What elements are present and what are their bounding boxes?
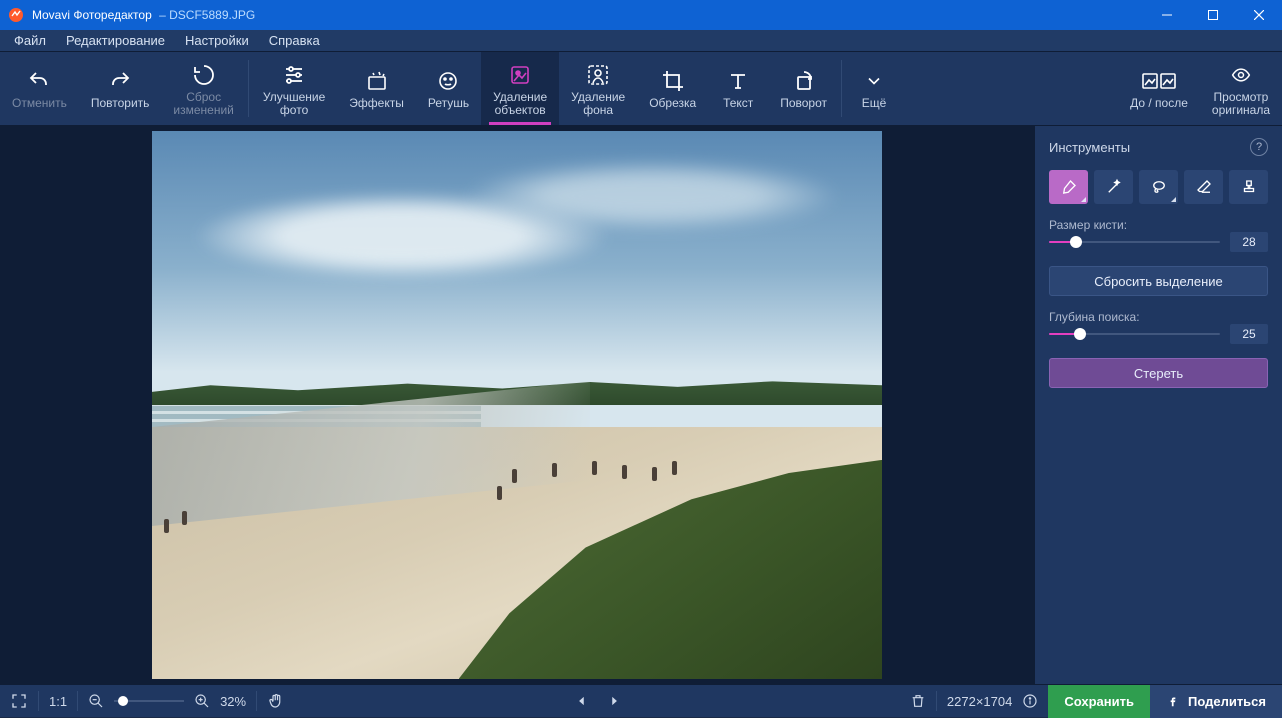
delete-button[interactable] <box>910 693 926 709</box>
more-label: Ещё <box>862 97 887 110</box>
text-icon <box>726 67 750 95</box>
brush-size-label: Размер кисти: <box>1049 218 1268 232</box>
lasso-tool-button[interactable] <box>1139 170 1178 204</box>
rotate-label: Поворот <box>780 97 827 110</box>
undo-button[interactable]: Отменить <box>0 52 79 125</box>
object-removal-icon <box>508 61 532 89</box>
next-image-button[interactable] <box>607 694 621 708</box>
retouch-label: Ретушь <box>428 97 469 110</box>
crop-button[interactable]: Обрезка <box>637 52 708 125</box>
reset-changes-button[interactable]: Сброс изменений <box>161 52 245 125</box>
before-after-button[interactable]: До / после <box>1118 52 1200 125</box>
brush-size-value[interactable]: 28 <box>1230 232 1268 252</box>
image-dimensions: 2272×1704 <box>947 694 1012 709</box>
eraser-tool-button[interactable] <box>1184 170 1223 204</box>
menu-edit[interactable]: Редактирование <box>56 31 175 50</box>
object-removal-label: Удаление объектов <box>493 91 547 117</box>
window-title: Movavi Фоторедактор – DSCF5889.JPG <box>32 8 255 22</box>
status-bar: 1:1 32% 2272×1704 Сохранить Поделиться <box>0 684 1282 717</box>
window-titlebar: Movavi Фоторедактор – DSCF5889.JPG <box>0 0 1282 30</box>
share-button[interactable]: Поделиться <box>1150 685 1282 718</box>
search-depth-value[interactable]: 25 <box>1230 324 1268 344</box>
zoom-out-button[interactable] <box>88 693 104 709</box>
share-label: Поделиться <box>1188 694 1266 709</box>
bg-removal-label: Удаление фона <box>571 91 625 117</box>
options-corner-icon <box>1171 197 1176 202</box>
zoom-value: 32% <box>220 694 246 709</box>
photo-preview <box>152 131 882 679</box>
minimize-button[interactable] <box>1144 0 1190 30</box>
close-button[interactable] <box>1236 0 1282 30</box>
compare-icon <box>1142 67 1176 95</box>
menu-bar: Файл Редактирование Настройки Справка <box>0 30 1282 52</box>
facebook-icon <box>1166 694 1180 708</box>
more-button[interactable]: Ещё <box>844 52 904 125</box>
before-after-label: До / после <box>1130 97 1188 110</box>
app-logo-icon <box>8 7 24 23</box>
main-toolbar: Отменить Повторить Сброс изменений Улучш… <box>0 52 1282 126</box>
rotate-icon <box>792 67 816 95</box>
main-area: Инструменты ? Размер кисти: <box>0 126 1282 684</box>
reset-icon <box>192 61 216 89</box>
fullscreen-button[interactable] <box>10 692 28 710</box>
redo-button[interactable]: Повторить <box>79 52 162 125</box>
canvas-viewport[interactable] <box>0 126 1034 684</box>
brush-size-slider[interactable] <box>1049 234 1220 250</box>
bg-removal-icon <box>586 61 610 89</box>
stamp-tool-button[interactable] <box>1229 170 1268 204</box>
pan-tool-button[interactable] <box>267 692 285 710</box>
zoom-in-button[interactable] <box>194 693 210 709</box>
menu-file[interactable]: Файл <box>4 31 56 50</box>
object-removal-button[interactable]: Удаление объектов <box>481 52 559 125</box>
erase-button[interactable]: Стереть <box>1049 358 1268 388</box>
chevron-down-icon <box>864 67 884 95</box>
effects-button[interactable]: Эффекты <box>337 52 416 125</box>
menu-help[interactable]: Справка <box>259 31 330 50</box>
options-corner-icon <box>1081 197 1086 202</box>
face-icon <box>436 67 460 95</box>
info-button[interactable] <box>1022 693 1038 709</box>
sparkle-icon <box>365 67 389 95</box>
zoom-slider[interactable] <box>114 693 184 709</box>
undo-icon <box>27 67 51 95</box>
view-original-label: Просмотр оригинала <box>1212 91 1270 117</box>
redo-icon <box>108 67 132 95</box>
save-button[interactable]: Сохранить <box>1048 685 1150 718</box>
view-original-button[interactable]: Просмотр оригинала <box>1200 52 1282 125</box>
undo-label: Отменить <box>12 97 67 110</box>
menu-settings[interactable]: Настройки <box>175 31 259 50</box>
redo-label: Повторить <box>91 97 150 110</box>
tools-panel: Инструменты ? Размер кисти: <box>1034 126 1282 684</box>
rotate-button[interactable]: Поворот <box>768 52 839 125</box>
maximize-button[interactable] <box>1190 0 1236 30</box>
app-name: Movavi Фоторедактор <box>32 8 152 22</box>
crop-icon <box>661 67 685 95</box>
crop-label: Обрезка <box>649 97 696 110</box>
search-depth-label: Глубина поиска: <box>1049 310 1268 324</box>
brush-tool-button[interactable] <box>1049 170 1088 204</box>
reset-label: Сброс изменений <box>173 91 233 117</box>
enhance-button[interactable]: Улучшение фото <box>251 52 337 125</box>
current-file: – DSCF5889.JPG <box>159 8 255 22</box>
selection-tool-row <box>1049 170 1268 204</box>
reset-selection-button[interactable]: Сбросить выделение <box>1049 266 1268 296</box>
bg-removal-button[interactable]: Удаление фона <box>559 52 637 125</box>
panel-help-button[interactable]: ? <box>1250 138 1268 156</box>
retouch-button[interactable]: Ретушь <box>416 52 481 125</box>
prev-image-button[interactable] <box>575 694 589 708</box>
eye-icon <box>1228 61 1254 89</box>
fit-actual-button[interactable]: 1:1 <box>49 694 67 709</box>
text-button[interactable]: Текст <box>708 52 768 125</box>
magic-wand-tool-button[interactable] <box>1094 170 1133 204</box>
panel-title: Инструменты <box>1049 140 1130 155</box>
effects-label: Эффекты <box>349 97 404 110</box>
search-depth-slider[interactable] <box>1049 326 1220 342</box>
text-label: Текст <box>723 97 753 110</box>
enhance-label: Улучшение фото <box>263 91 325 117</box>
save-label: Сохранить <box>1064 694 1134 709</box>
sliders-icon <box>282 61 306 89</box>
